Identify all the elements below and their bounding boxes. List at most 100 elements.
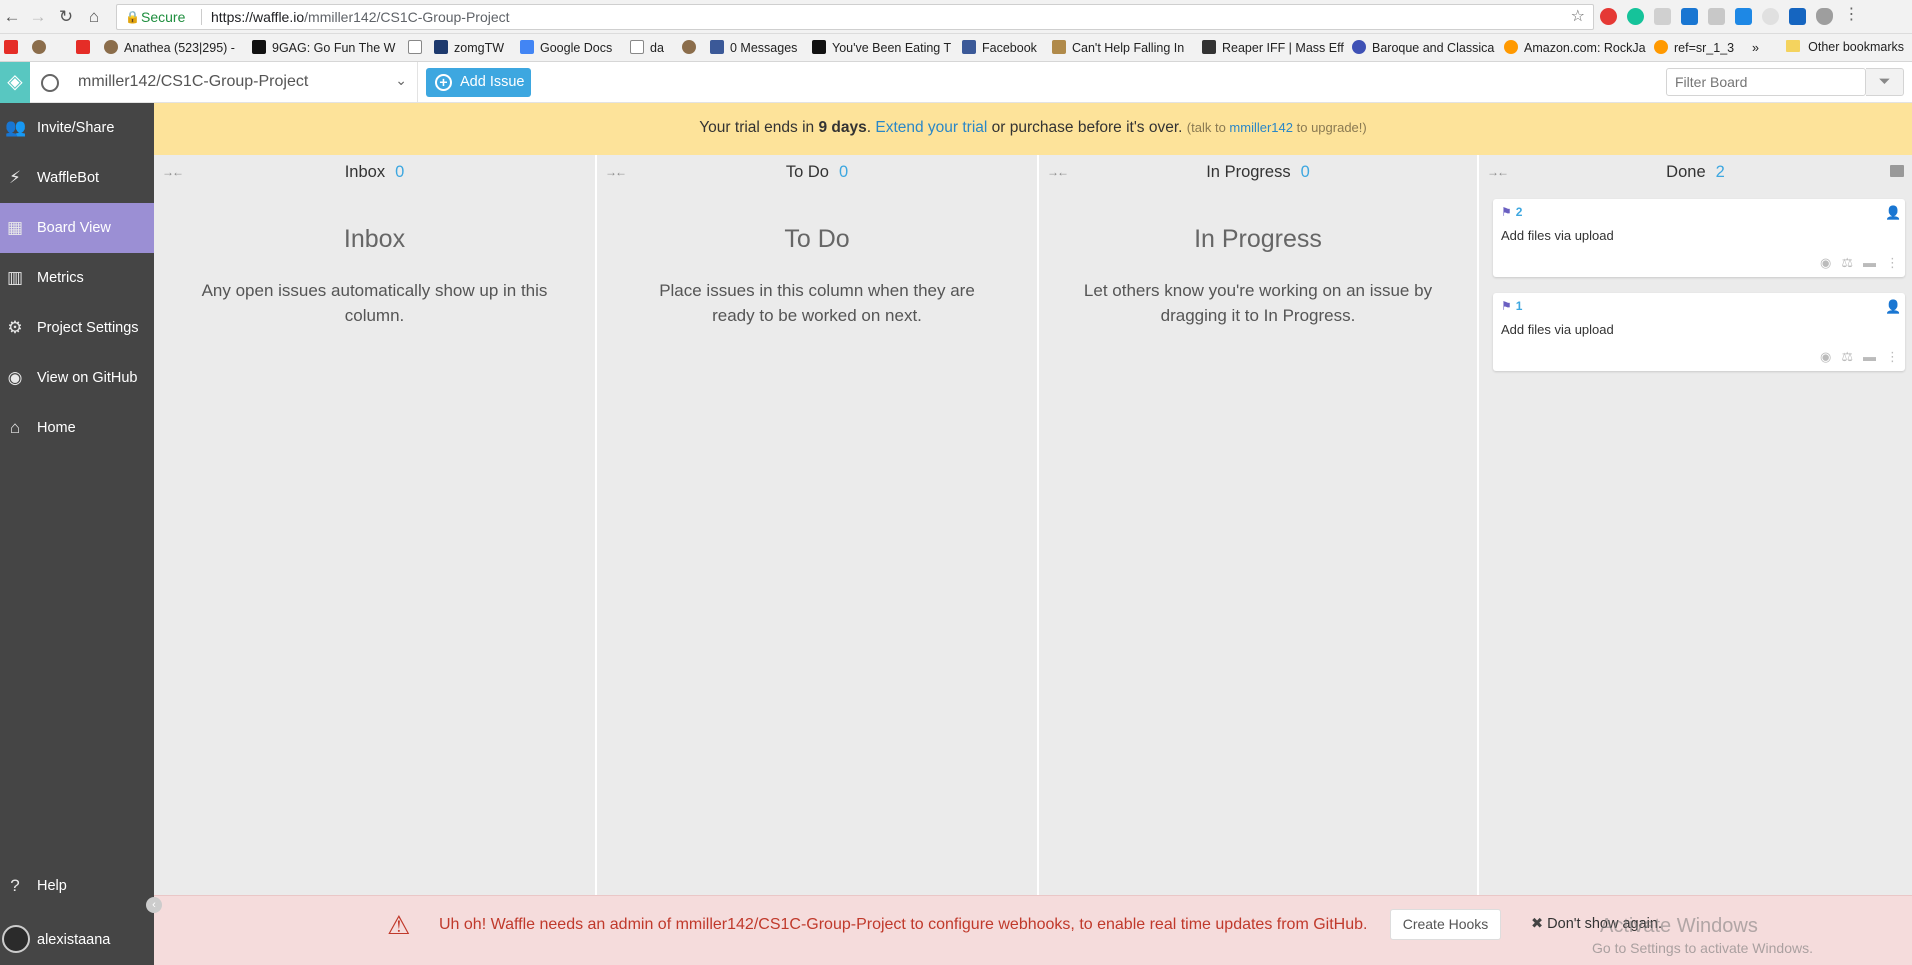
sidebar-item-label: WaffleBot <box>37 170 100 186</box>
bookmark-item[interactable]: Amazon.com: RockJa <box>1504 40 1646 56</box>
column-menu-icon[interactable] <box>1890 165 1904 177</box>
trophy-extension-icon[interactable] <box>1681 8 1698 25</box>
circle-extension-icon[interactable] <box>1762 8 1779 25</box>
bookmark-item[interactable]: ref=sr_1_3 <box>1654 40 1734 56</box>
filter-board-field[interactable] <box>1666 68 1866 96</box>
kebab-menu-icon[interactable]: ⋮ <box>1886 349 1899 365</box>
column-placeholder-desc: Any open issues automatically show up in… <box>201 281 548 325</box>
bookmark-star-icon[interactable]: ☆ <box>1571 5 1585 29</box>
app-topbar: ◈ mmiller142/CS1C-Group-Project ⌄ + Add … <box>0 62 1912 103</box>
bolt-icon: ⚡ <box>9 168 21 187</box>
column-header: Inbox 0 <box>154 155 595 189</box>
sidebar-item-home[interactable]: ⌂ Home <box>0 403 154 453</box>
assignee-icon[interactable]: 👤 <box>1885 299 1901 314</box>
grid-icon: ▦ <box>6 218 24 237</box>
sidebar-item-wafflebot[interactable]: ⚡ WaffleBot <box>0 153 154 203</box>
kebab-menu-icon[interactable]: ⋮ <box>1886 255 1899 271</box>
bookmark-item[interactable] <box>4 40 24 56</box>
avatar <box>2 925 30 953</box>
close-icon: ✖ <box>1531 916 1544 932</box>
sidebar-item-board-view[interactable]: ▦ Board View <box>0 203 154 253</box>
home-browser-icon[interactable]: ⌂ <box>84 7 104 27</box>
sidebar-user[interactable]: alexistaana <box>0 915 154 965</box>
scale-icon[interactable]: ⚖ <box>1841 349 1853 365</box>
back-icon[interactable]: ← <box>2 7 22 27</box>
issue-number[interactable]: ⚑ 1 <box>1501 299 1522 313</box>
grammarly-extension-icon[interactable] <box>1627 8 1644 25</box>
bookmark-item[interactable]: You've Been Eating T <box>812 40 951 56</box>
bookmark-item[interactable]: da <box>630 40 664 56</box>
sidebar-item-help[interactable]: ? Help <box>0 861 154 911</box>
assignee-icon[interactable]: 👤 <box>1885 205 1901 220</box>
bookmark-item[interactable]: Reaper IFF | Mass Eff <box>1202 40 1344 56</box>
sidebar-item-metrics[interactable]: ▥ Metrics <box>0 253 154 303</box>
question-circle-icon: ? <box>10 876 20 895</box>
drive-extension-icon[interactable] <box>1789 8 1806 25</box>
bookmark-item[interactable] <box>682 40 702 56</box>
sidebar-item-invite-share[interactable]: 👥 Invite/Share <box>0 103 154 153</box>
bookmark-item[interactable] <box>76 40 96 56</box>
other-bookmarks[interactable]: Other bookmarks <box>1786 40 1904 54</box>
extension-icons: ⋮ <box>1600 7 1860 26</box>
sidebar-item-view-on-github[interactable]: ◉ View on GitHub <box>0 353 154 403</box>
page-icon <box>630 40 644 54</box>
column-placeholder-title: To Do <box>784 225 850 253</box>
project-selector[interactable]: mmiller142/CS1C-Group-Project ⌄ <box>30 62 418 103</box>
comment-icon[interactable]: ▬ <box>1863 255 1876 271</box>
youtube-icon <box>76 40 90 54</box>
shield-extension-icon[interactable] <box>1816 8 1833 25</box>
bookmark-item[interactable]: zomgTW <box>434 40 504 56</box>
sidebar-item-project-settings[interactable]: ⚙ Project Settings <box>0 303 154 353</box>
forward-icon[interactable]: → <box>28 7 48 27</box>
chevron-left-icon[interactable]: ‹ <box>146 897 162 913</box>
github-icon[interactable]: ◉ <box>1820 349 1831 365</box>
bookmark-item[interactable]: Can't Help Falling In <box>1052 40 1184 56</box>
bookmark-favicon <box>104 40 118 54</box>
sidebar-item-label: Metrics <box>37 270 84 286</box>
issue-card[interactable]: ⚑ 2 👤 Add files via upload ◉ ⚖ ▬ ⋮ <box>1493 199 1905 277</box>
issue-card[interactable]: ⚑ 1 👤 Add files via upload ◉ ⚖ ▬ ⋮ <box>1493 293 1905 371</box>
github-icon[interactable]: ◉ <box>1820 255 1831 271</box>
menu-dots-icon[interactable]: ⋮ <box>1843 7 1860 25</box>
reload-icon[interactable]: ↻ <box>56 7 76 27</box>
trial-text: Your trial ends in <box>699 119 815 136</box>
facebook-icon <box>962 40 976 54</box>
address-bar[interactable]: 🔒 Secure https://waffle.io/mmiller142/CS… <box>116 4 1594 30</box>
opera-extension-icon[interactable] <box>1600 8 1617 25</box>
bookmarks-overflow-chevron[interactable]: » <box>1752 40 1759 56</box>
bookmark-item[interactable]: 9GAG: Go Fun The W <box>252 40 395 56</box>
url-text: https://waffle.io/mmiller142/CS1C-Group-… <box>211 9 510 25</box>
scale-icon[interactable]: ⚖ <box>1841 255 1853 271</box>
extension-icon[interactable] <box>1654 8 1671 25</box>
filter-board-input[interactable] <box>1667 69 1865 95</box>
upgrade-user-link[interactable]: mmiller142 <box>1229 120 1293 135</box>
issue-number[interactable]: ⚑ 2 <box>1501 205 1522 219</box>
pdf-extension-icon[interactable] <box>1708 8 1725 25</box>
bookmark-item[interactable]: 0 Messages <box>710 40 797 56</box>
add-issue-button[interactable]: + Add Issue <box>426 68 531 97</box>
column-to-do: →← To Do 0 To Do Place issues in this col… <box>597 155 1037 895</box>
column-header: In Progress 0 <box>1039 155 1477 189</box>
comment-icon[interactable]: ▬ <box>1863 349 1876 365</box>
sidebar-item-label: Help <box>37 878 67 894</box>
bookmark-item[interactable]: Anathea (523|295) - <box>104 40 235 56</box>
bookmark-item[interactable]: Baroque and Classica <box>1352 40 1494 56</box>
trial-dot: . <box>866 119 872 136</box>
extend-trial-link[interactable]: Extend your trial <box>875 119 987 136</box>
add-issue-label: Add Issue <box>460 74 525 90</box>
windows-watermark-sub: Go to Settings to activate Windows. <box>1592 940 1813 956</box>
waffle-logo-icon: ◈ <box>7 71 23 93</box>
filter-icon[interactable]: ⏷ <box>1866 68 1904 96</box>
bookmark-item[interactable]: Facebook <box>962 40 1037 56</box>
bookmark-item[interactable] <box>408 40 428 56</box>
column-name: Done <box>1666 163 1706 181</box>
column-name: Inbox <box>344 163 386 181</box>
waffle-logo[interactable]: ◈ <box>0 62 30 103</box>
text-extension-icon[interactable] <box>1735 8 1752 25</box>
bookmark-item[interactable]: Google Docs <box>520 40 612 56</box>
create-hooks-button[interactable]: Create Hooks <box>1390 909 1501 940</box>
bookmark-item[interactable] <box>32 40 52 56</box>
trial-days: 9 days <box>818 119 867 136</box>
column-inbox: →← Inbox 0 Inbox Any open issues automati… <box>154 155 595 895</box>
browser-toolbar: ← → ↻ ⌂ 🔒 Secure https://waffle.io/mmill… <box>0 0 1912 34</box>
